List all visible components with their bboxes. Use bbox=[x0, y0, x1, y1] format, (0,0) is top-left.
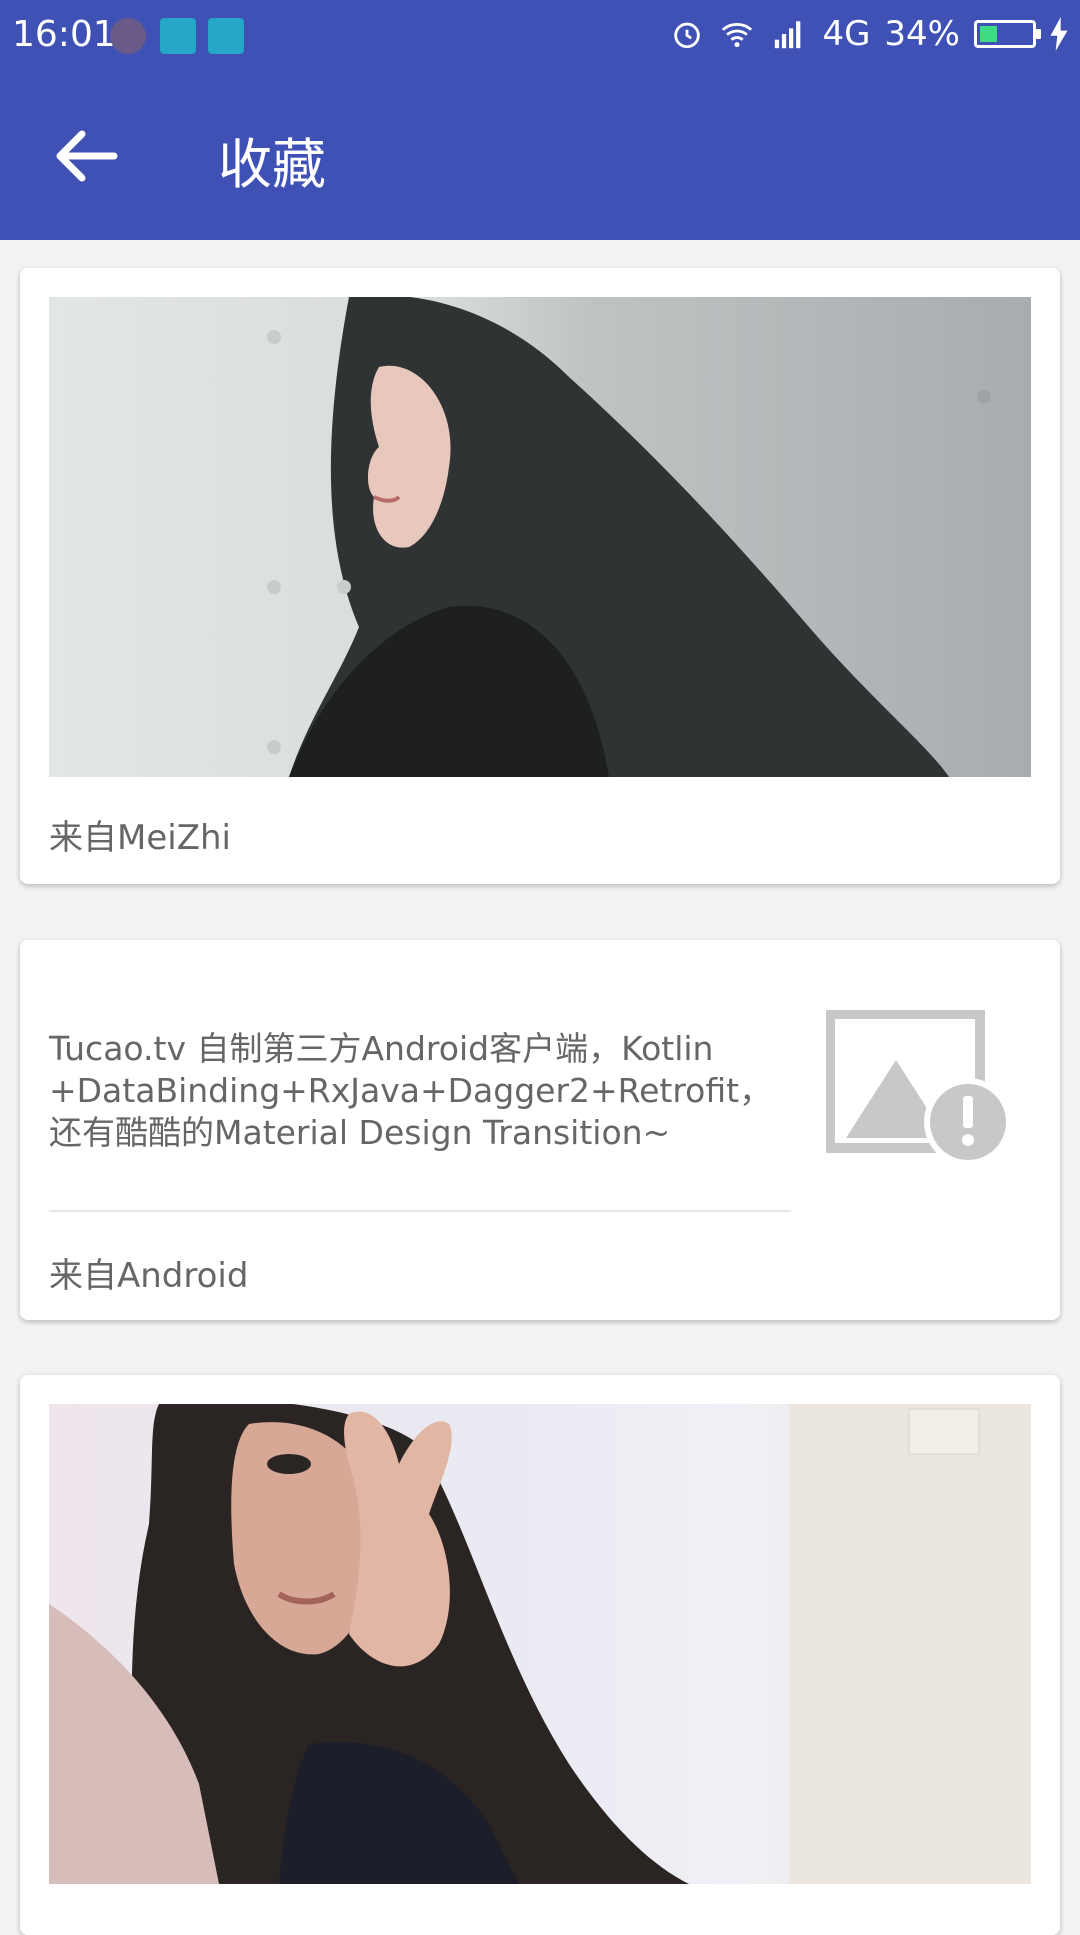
card-image bbox=[49, 1404, 1031, 1884]
screenshot-icon bbox=[160, 18, 196, 54]
usb-icon bbox=[208, 18, 244, 54]
status-bar: 16:01 4G 34% bbox=[0, 0, 1080, 78]
broken-image-icon bbox=[826, 1010, 1012, 1166]
app-toolbar: 收藏 bbox=[0, 78, 1080, 240]
alarm-icon bbox=[674, 22, 701, 49]
battery-percent: 34% bbox=[884, 14, 960, 54]
status-right: 4G 34% bbox=[670, 14, 1068, 54]
card-description: Tucao.tv 自制第三方Android客户端，Kotlin +DataBin… bbox=[49, 1029, 773, 1152]
wifi-icon bbox=[722, 23, 753, 48]
favorite-card[interactable]: Tucao.tv 自制第三方Android客户端，Kotlin +DataBin… bbox=[20, 940, 1060, 1320]
signal-icon bbox=[775, 21, 801, 49]
favorite-card[interactable]: 来自MeiZhi bbox=[20, 268, 1060, 884]
network-type: 4G bbox=[822, 14, 871, 54]
divider bbox=[49, 1210, 791, 1212]
battery-icon bbox=[974, 20, 1041, 48]
charging-icon bbox=[1050, 17, 1068, 51]
back-arrow-icon[interactable] bbox=[52, 126, 122, 186]
status-time: 16:01 bbox=[12, 14, 116, 55]
card-source: 来自MeiZhi bbox=[49, 818, 231, 858]
favorite-card[interactable] bbox=[20, 1375, 1060, 1935]
page-title: 收藏 bbox=[218, 133, 326, 196]
card-image bbox=[49, 297, 1031, 777]
app-icon bbox=[110, 18, 146, 54]
card-source: 来自Android bbox=[49, 1256, 249, 1296]
